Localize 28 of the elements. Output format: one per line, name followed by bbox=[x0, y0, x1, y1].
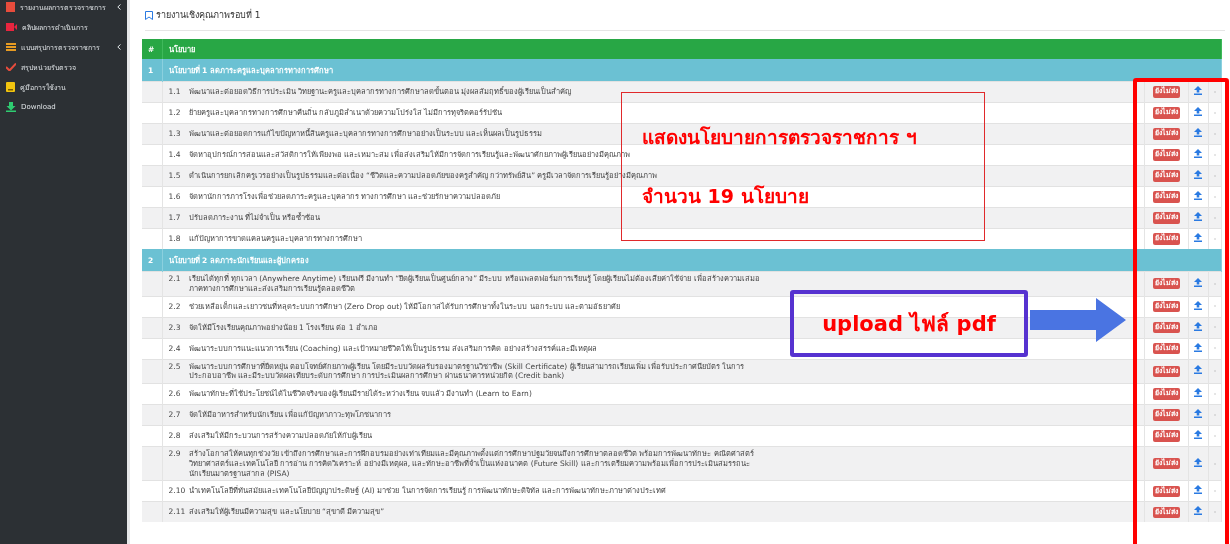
upload-icon[interactable] bbox=[1194, 365, 1203, 375]
upload-icon[interactable] bbox=[1194, 191, 1203, 201]
video-icon bbox=[6, 23, 17, 31]
page-title: รายงานเชิงคุณภาพรอบที่ 1 bbox=[156, 8, 261, 22]
upload-icon[interactable] bbox=[1194, 212, 1203, 222]
arrow-icon bbox=[1030, 298, 1126, 342]
list-icon bbox=[6, 43, 16, 51]
check-icon bbox=[6, 63, 16, 71]
upload-icon[interactable] bbox=[1194, 170, 1203, 180]
upload-icon[interactable] bbox=[1194, 233, 1203, 243]
upload-icon[interactable] bbox=[1194, 86, 1203, 96]
upload-icon[interactable] bbox=[1194, 128, 1203, 138]
upload-icon[interactable] bbox=[1194, 321, 1203, 331]
upload-icon[interactable] bbox=[1194, 457, 1203, 467]
download-icon bbox=[6, 102, 16, 112]
upload-icon[interactable] bbox=[1194, 342, 1203, 352]
bookmark-icon bbox=[145, 10, 153, 20]
upload-icon[interactable] bbox=[1194, 300, 1203, 310]
upload-icon[interactable] bbox=[1194, 506, 1203, 516]
upload-icon[interactable] bbox=[1194, 277, 1203, 287]
upload-icon[interactable] bbox=[1194, 388, 1203, 398]
book-icon bbox=[6, 82, 15, 92]
upload-icon[interactable] bbox=[1194, 430, 1203, 440]
upload-icon[interactable] bbox=[1194, 107, 1203, 117]
upload-icon[interactable] bbox=[1194, 149, 1203, 159]
annotation-text: จำนวน 19 นโยบาย bbox=[642, 184, 810, 210]
upload-icon[interactable] bbox=[1194, 485, 1203, 495]
upload-icon[interactable] bbox=[1194, 409, 1203, 419]
